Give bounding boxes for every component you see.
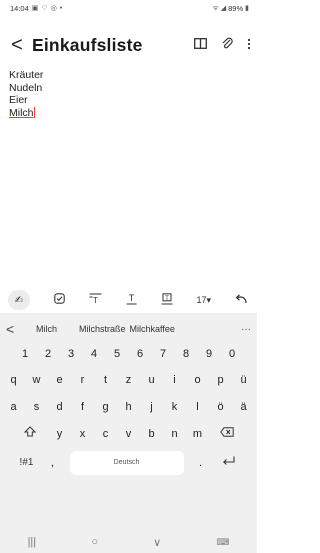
key[interactable]: ü — [232, 371, 255, 389]
note-line[interactable]: Eier — [9, 94, 43, 107]
keyboard-switch-icon[interactable]: ⌨ — [216, 537, 229, 548]
key[interactable]: o — [186, 371, 209, 389]
key[interactable]: i — [163, 371, 186, 389]
key[interactable]: s — [25, 398, 48, 416]
app-bar: < Einkaufsliste — [0, 28, 257, 62]
on-screen-keyboard: < Milch Milchstraße Milchkaffee ··· 1 2 … — [0, 313, 257, 553]
status-time: 14:04 — [10, 3, 29, 13]
pen-mode-icon[interactable]: ✍ — [8, 290, 30, 310]
key[interactable]: y — [48, 425, 71, 443]
key[interactable]: 5 — [106, 345, 129, 363]
key[interactable]: f — [71, 398, 94, 416]
suggestion-bar: < Milch Milchstraße Milchkaffee ··· — [0, 313, 257, 345]
svg-text:T: T — [165, 296, 169, 302]
key[interactable]: 4 — [83, 345, 106, 363]
more-icon[interactable] — [247, 38, 251, 53]
key[interactable]: 3 — [60, 345, 83, 363]
signal-icon: ◢ — [220, 5, 227, 12]
key[interactable]: a — [2, 398, 25, 416]
checkbox-icon[interactable] — [54, 293, 65, 307]
text-box-icon[interactable]: T — [161, 292, 173, 308]
attach-icon[interactable] — [221, 37, 233, 53]
key[interactable]: h — [117, 398, 140, 416]
note-line[interactable]: Nudeln — [9, 82, 43, 95]
key[interactable]: p — [209, 371, 232, 389]
key[interactable]: d — [48, 398, 71, 416]
key[interactable]: e — [48, 371, 71, 389]
key[interactable]: 1 — [14, 345, 37, 363]
svg-text:T: T — [128, 293, 134, 303]
status-bar: 14:04 ▣ ♡ ◎ • ᯤ ◢ 89% ▮ — [0, 0, 257, 16]
alarm-icon: ♡ — [41, 5, 48, 12]
note-line-current[interactable]: Milch — [9, 106, 43, 120]
suggestion-word[interactable]: Milch — [36, 324, 57, 334]
space-bar[interactable]: Deutsch — [69, 451, 184, 475]
backspace-key[interactable] — [209, 425, 245, 443]
font-size-selector[interactable]: 17▾ — [197, 295, 212, 306]
wifi-icon: ᯤ — [212, 4, 219, 12]
note-body[interactable]: Kräuter Nudeln Eier Milch — [9, 69, 43, 119]
key[interactable]: v — [117, 425, 140, 443]
svg-text:T: T — [93, 296, 98, 304]
more-suggestions-icon[interactable]: ··· — [241, 324, 251, 335]
key[interactable]: c — [94, 425, 117, 443]
screen: 14:04 ▣ ♡ ◎ • ᯤ ◢ 89% ▮ < Einkaufsliste — [0, 0, 257, 553]
key[interactable]: x — [71, 425, 94, 443]
text-cursor — [33, 106, 35, 118]
key[interactable]: z — [117, 371, 140, 389]
key[interactable]: j — [140, 398, 163, 416]
key[interactable]: 2 — [37, 345, 60, 363]
key[interactable]: w — [25, 371, 48, 389]
comma-key[interactable]: , — [42, 454, 64, 472]
battery-level: 89% — [228, 3, 244, 13]
hide-keyboard-button[interactable]: ∨ — [153, 536, 161, 549]
key[interactable]: u — [140, 371, 163, 389]
key[interactable]: g — [94, 398, 117, 416]
back-button[interactable]: < — [2, 35, 32, 55]
key[interactable]: 6 — [129, 345, 152, 363]
key[interactable]: 7 — [152, 345, 175, 363]
page-title[interactable]: Einkaufsliste — [32, 35, 143, 56]
key[interactable]: k — [163, 398, 186, 416]
key[interactable]: q — [2, 371, 25, 389]
key[interactable]: l — [186, 398, 209, 416]
book-icon[interactable] — [194, 38, 207, 52]
location-icon: ◎ — [50, 5, 57, 12]
suggestion-word[interactable]: Milchstraße — [79, 324, 126, 334]
key[interactable]: t — [94, 371, 117, 389]
key[interactable]: 9 — [198, 345, 221, 363]
shift-key[interactable] — [12, 425, 48, 443]
note-line-text[interactable]: Milch — [9, 107, 34, 119]
gallery-icon: ▣ — [31, 5, 39, 12]
key[interactable]: r — [71, 371, 94, 389]
key-row-numbers: 1 2 3 4 5 6 7 8 9 0 — [0, 345, 257, 363]
key[interactable]: ä — [232, 398, 255, 416]
key[interactable]: b — [140, 425, 163, 443]
navigation-bar: ||| ○ ∨ ⌨ — [0, 531, 257, 553]
key[interactable]: 8 — [175, 345, 198, 363]
key[interactable]: 0 — [221, 345, 244, 363]
key[interactable]: n — [163, 425, 186, 443]
key-row-asdf: a s d f g h j k l ö ä — [0, 398, 257, 416]
enter-key[interactable] — [212, 454, 246, 472]
text-format-icon[interactable]: T — [126, 293, 137, 308]
home-button[interactable]: ○ — [91, 536, 98, 548]
period-key[interactable]: . — [190, 454, 212, 472]
chevron-left-icon[interactable]: < — [6, 321, 30, 337]
note-line[interactable]: Kräuter — [9, 69, 43, 82]
key-row-yxcv: y x c v b n m — [0, 425, 257, 443]
format-toolbar: ✍ T T T 17▾ — [0, 287, 257, 313]
suggestion-word[interactable]: Milchkaffee — [130, 324, 175, 334]
symbols-key[interactable]: !#1 — [12, 454, 42, 472]
text-style-icon[interactable]: T — [89, 293, 102, 307]
recents-button[interactable]: ||| — [28, 536, 37, 548]
key-row-qwertz: q w e r t z u i o p ü — [0, 371, 257, 389]
key[interactable]: m — [186, 425, 209, 443]
dot-icon: • — [59, 4, 63, 12]
key[interactable]: ö — [209, 398, 232, 416]
battery-icon: ▮ — [245, 5, 249, 12]
key-row-bottom: !#1 , Deutsch . — [0, 451, 257, 475]
undo-icon[interactable] — [235, 293, 247, 307]
